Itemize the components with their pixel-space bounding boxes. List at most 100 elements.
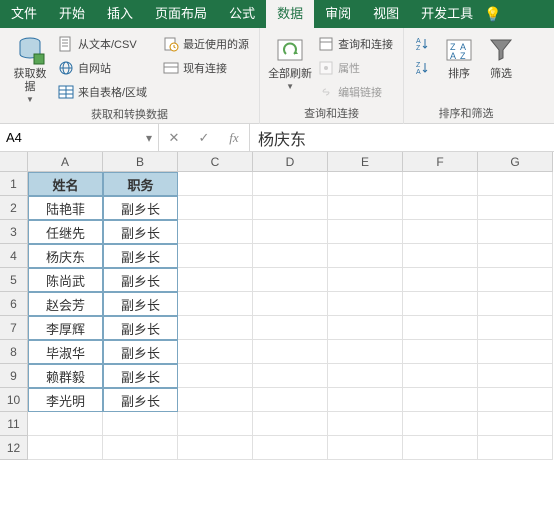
cell-D2[interactable] — [253, 196, 328, 220]
cell-E6[interactable] — [328, 292, 403, 316]
cell-F12[interactable] — [403, 436, 478, 460]
cell-E5[interactable] — [328, 268, 403, 292]
cell-C12[interactable] — [178, 436, 253, 460]
cell-C2[interactable] — [178, 196, 253, 220]
cell-F3[interactable] — [403, 220, 478, 244]
row-head-4[interactable]: 4 — [0, 244, 28, 268]
cell-F4[interactable] — [403, 244, 478, 268]
cell-A2[interactable]: 陆艳菲 — [28, 196, 103, 220]
cell-E4[interactable] — [328, 244, 403, 268]
refresh-all-button[interactable]: 全部刷新 ▼ — [266, 30, 314, 91]
cell-C8[interactable] — [178, 340, 253, 364]
cell-C4[interactable] — [178, 244, 253, 268]
row-head-8[interactable]: 8 — [0, 340, 28, 364]
queries-connections-button[interactable]: 查询和连接 — [314, 33, 397, 55]
cell-E10[interactable] — [328, 388, 403, 412]
fx-button[interactable]: fx — [219, 130, 249, 146]
tab-data[interactable]: 数据 — [266, 0, 314, 28]
cell-D9[interactable] — [253, 364, 328, 388]
cell-A4[interactable]: 杨庆东 — [28, 244, 103, 268]
cell-D7[interactable] — [253, 316, 328, 340]
cell-C5[interactable] — [178, 268, 253, 292]
cell-F1[interactable] — [403, 172, 478, 196]
cell-F6[interactable] — [403, 292, 478, 316]
cell-G3[interactable] — [478, 220, 553, 244]
row-head-7[interactable]: 7 — [0, 316, 28, 340]
cell-E7[interactable] — [328, 316, 403, 340]
cell-A11[interactable] — [28, 412, 103, 436]
tab-home[interactable]: 开始 — [48, 0, 96, 28]
cell-D11[interactable] — [253, 412, 328, 436]
cell-F8[interactable] — [403, 340, 478, 364]
row-head-5[interactable]: 5 — [0, 268, 28, 292]
cell-A9[interactable]: 赖群毅 — [28, 364, 103, 388]
col-head-E[interactable]: E — [328, 152, 403, 172]
cell-A3[interactable]: 任继先 — [28, 220, 103, 244]
cell-G1[interactable] — [478, 172, 553, 196]
row-head-12[interactable]: 12 — [0, 436, 28, 460]
cell-C3[interactable] — [178, 220, 253, 244]
cell-E1[interactable] — [328, 172, 403, 196]
cell-B2[interactable]: 副乡长 — [103, 196, 178, 220]
cell-A7[interactable]: 李厚辉 — [28, 316, 103, 340]
cell-F10[interactable] — [403, 388, 478, 412]
cell-E11[interactable] — [328, 412, 403, 436]
cell-D6[interactable] — [253, 292, 328, 316]
recent-sources-button[interactable]: 最近使用的源 — [159, 33, 253, 55]
cell-D3[interactable] — [253, 220, 328, 244]
cancel-button[interactable]: ✕ — [159, 130, 189, 146]
cell-D5[interactable] — [253, 268, 328, 292]
filter-button[interactable]: 筛选 — [480, 30, 522, 81]
tab-layout[interactable]: 页面布局 — [144, 0, 218, 28]
cell-G5[interactable] — [478, 268, 553, 292]
cell-E2[interactable] — [328, 196, 403, 220]
cell-A12[interactable] — [28, 436, 103, 460]
from-web-button[interactable]: 自网站 — [54, 57, 151, 79]
cell-F5[interactable] — [403, 268, 478, 292]
cell-A6[interactable]: 赵会芳 — [28, 292, 103, 316]
cell-B7[interactable]: 副乡长 — [103, 316, 178, 340]
cell-F11[interactable] — [403, 412, 478, 436]
sort-desc-button[interactable]: ZA — [410, 57, 438, 79]
row-head-3[interactable]: 3 — [0, 220, 28, 244]
enter-button[interactable]: ✓ — [189, 130, 219, 146]
tab-developer[interactable]: 开发工具 — [410, 0, 484, 28]
cell-C11[interactable] — [178, 412, 253, 436]
row-head-6[interactable]: 6 — [0, 292, 28, 316]
name-box[interactable] — [0, 125, 140, 151]
tell-me-icon[interactable]: 💡 — [484, 6, 502, 23]
cell-G2[interactable] — [478, 196, 553, 220]
row-head-9[interactable]: 9 — [0, 364, 28, 388]
cell-G11[interactable] — [478, 412, 553, 436]
cell-A1[interactable]: 姓名 — [28, 172, 103, 196]
cell-C6[interactable] — [178, 292, 253, 316]
col-head-G[interactable]: G — [478, 152, 553, 172]
cell-A10[interactable]: 李光明 — [28, 388, 103, 412]
cell-G10[interactable] — [478, 388, 553, 412]
cell-G6[interactable] — [478, 292, 553, 316]
cell-B12[interactable] — [103, 436, 178, 460]
formula-input[interactable] — [258, 129, 546, 147]
properties-button[interactable]: 属性 — [314, 57, 397, 79]
cell-F7[interactable] — [403, 316, 478, 340]
cell-B5[interactable]: 副乡长 — [103, 268, 178, 292]
col-head-F[interactable]: F — [403, 152, 478, 172]
cell-E8[interactable] — [328, 340, 403, 364]
cell-A5[interactable]: 陈尚武 — [28, 268, 103, 292]
cell-F2[interactable] — [403, 196, 478, 220]
cell-B3[interactable]: 副乡长 — [103, 220, 178, 244]
cell-D10[interactable] — [253, 388, 328, 412]
cell-B11[interactable] — [103, 412, 178, 436]
cell-B6[interactable]: 副乡长 — [103, 292, 178, 316]
cell-D8[interactable] — [253, 340, 328, 364]
cell-E3[interactable] — [328, 220, 403, 244]
col-head-A[interactable]: A — [28, 152, 103, 172]
cell-E12[interactable] — [328, 436, 403, 460]
row-head-2[interactable]: 2 — [0, 196, 28, 220]
select-all-corner[interactable] — [0, 152, 28, 172]
cell-C7[interactable] — [178, 316, 253, 340]
row-head-11[interactable]: 11 — [0, 412, 28, 436]
cell-B9[interactable]: 副乡长 — [103, 364, 178, 388]
col-head-C[interactable]: C — [178, 152, 253, 172]
cell-B1[interactable]: 职务 — [103, 172, 178, 196]
